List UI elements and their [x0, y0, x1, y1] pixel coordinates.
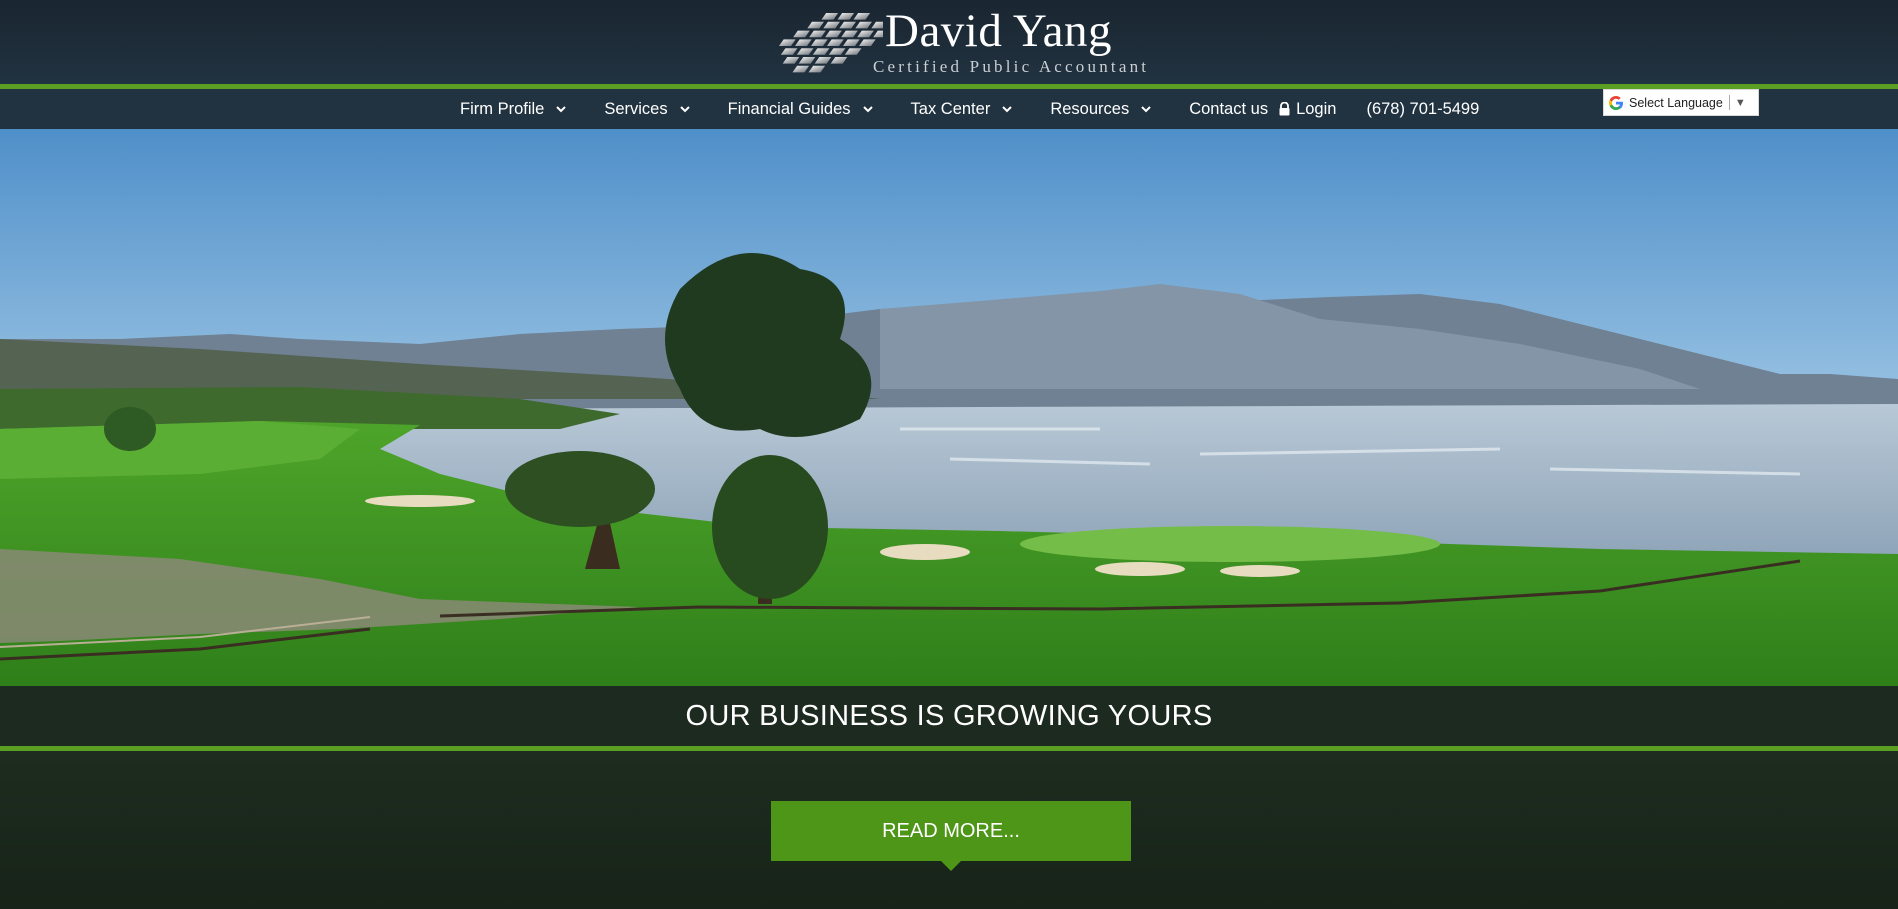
- chevron-down-icon: [679, 106, 690, 113]
- nav-item-resources[interactable]: Resources: [1050, 100, 1153, 119]
- nav-item-label: Firm Profile: [460, 99, 545, 118]
- nav-item-label: Resources: [1050, 99, 1130, 118]
- nav-item-label: Services: [604, 99, 668, 118]
- phone-number[interactable]: (678) 701-5499: [1366, 100, 1479, 119]
- dropdown-arrow-icon: ▼: [1734, 96, 1746, 109]
- divider: [1728, 95, 1730, 110]
- site-header: David Yang Certified Public Accountant: [0, 0, 1898, 84]
- logo[interactable]: David Yang Certified Public Accountant: [765, 4, 1146, 82]
- chevron-down-icon: [556, 106, 567, 113]
- lock-icon: [1279, 102, 1290, 116]
- nav-item-firm-profile[interactable]: Firm Profile: [460, 100, 568, 119]
- google-g-icon: [1609, 95, 1623, 110]
- language-select-label: Select Language: [1629, 95, 1723, 110]
- language-select[interactable]: Select Language ▼: [1603, 89, 1759, 116]
- login-label: Login: [1296, 99, 1337, 118]
- chevron-down-icon: [862, 106, 873, 113]
- nav-item-label: Financial Guides: [727, 99, 851, 118]
- nav-item-tax-center[interactable]: Tax Center: [911, 100, 1015, 119]
- chevron-down-icon: [1002, 106, 1013, 113]
- brand-tagline: Certified Public Accountant: [873, 57, 1150, 76]
- nav-item-label: Contact us: [1189, 99, 1269, 118]
- nav-item-label: Tax Center: [910, 99, 991, 118]
- brand-name: David Yang: [885, 5, 1112, 57]
- nav-item-financial-guides[interactable]: Financial Guides: [728, 100, 875, 119]
- logo-checker-icon: [779, 12, 883, 73]
- button-pointer-icon: [941, 861, 961, 871]
- banner-heading: OUR BUSINESS IS GROWING YOURS: [685, 699, 1213, 732]
- nav-item-contact-us[interactable]: Contact us: [1189, 100, 1268, 119]
- hero-image: [0, 129, 1898, 686]
- login-link[interactable]: Login: [1278, 100, 1336, 119]
- nav-item-services[interactable]: Services: [604, 100, 691, 119]
- golf-course-landscape-image: [0, 129, 1898, 686]
- chevron-down-icon: [1141, 106, 1151, 113]
- tagline-banner: OUR BUSINESS IS GROWING YOURS: [0, 686, 1898, 746]
- read-more-button[interactable]: READ MORE...: [771, 801, 1131, 861]
